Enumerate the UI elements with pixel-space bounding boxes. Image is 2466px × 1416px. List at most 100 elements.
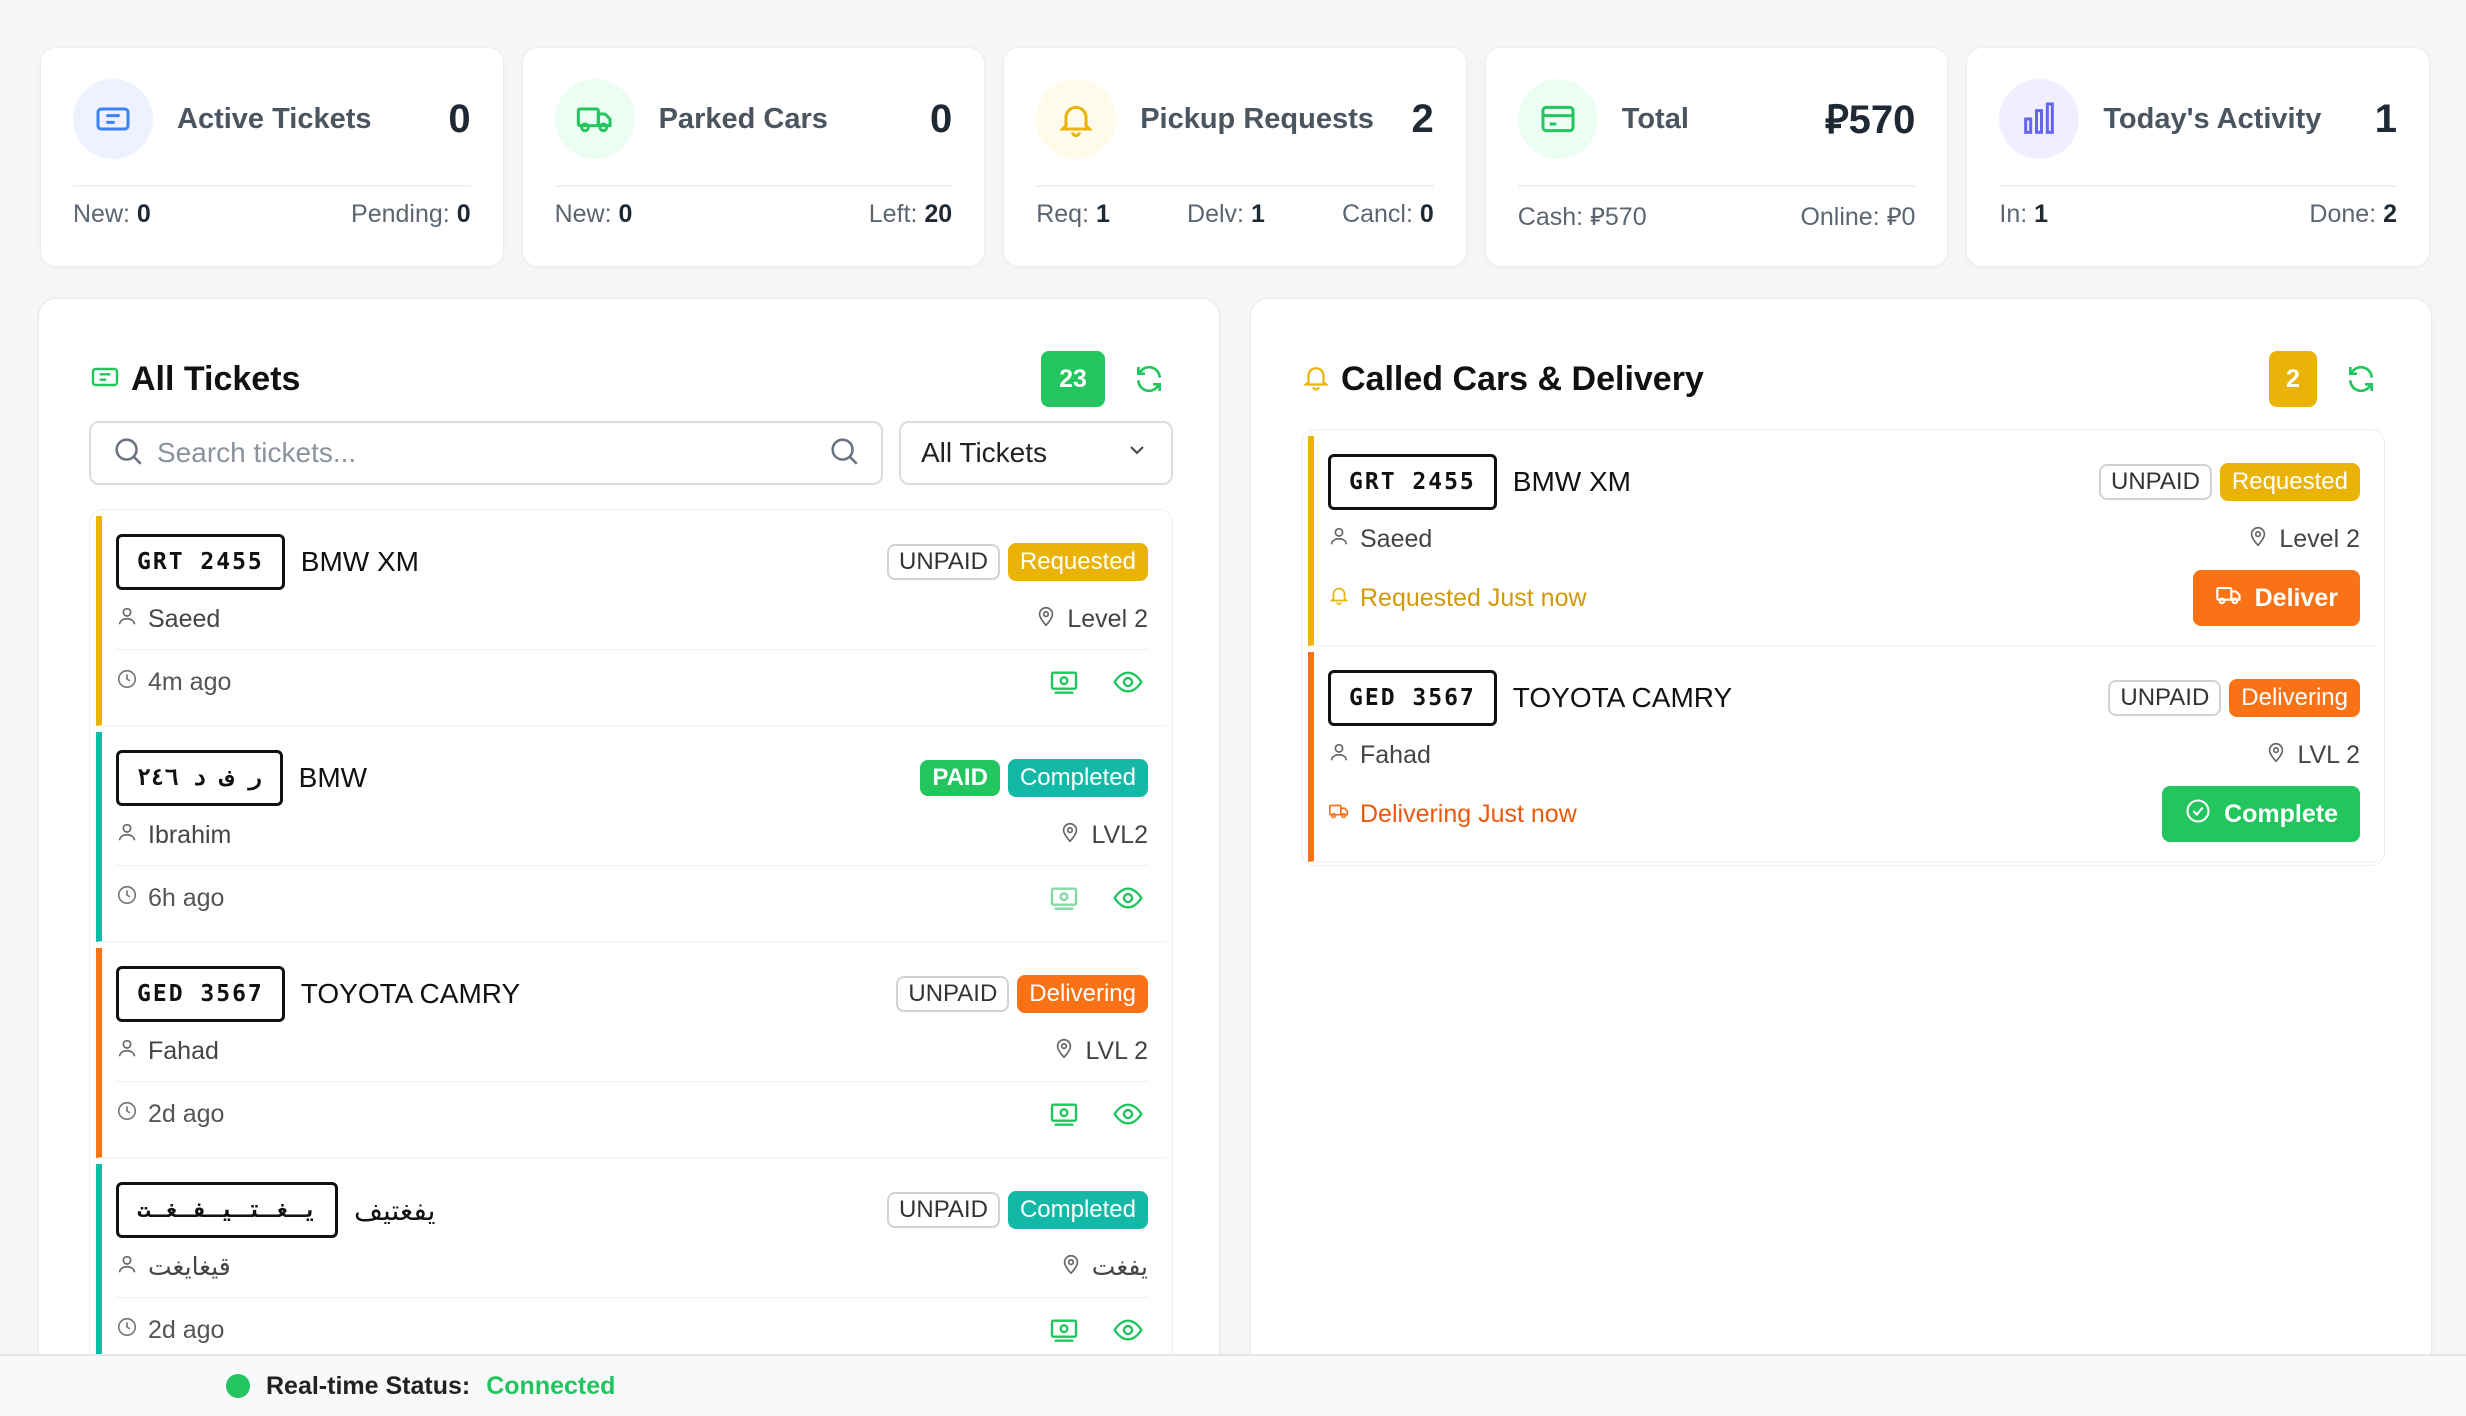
search-icon[interactable] <box>827 434 861 473</box>
payment-icon[interactable] <box>1044 662 1084 702</box>
complete-button[interactable]: Complete <box>2162 786 2360 842</box>
owner-name: Saeed <box>1360 524 1433 553</box>
user-icon <box>1328 525 1350 554</box>
called-cars-panel: Called Cars & Delivery 2 GRT 2455 BMW XM… <box>1250 298 2432 1416</box>
search-input[interactable] <box>157 437 827 469</box>
payment-badge: UNPAID <box>887 1192 1000 1228</box>
stat-card-total: Total ⃁570 Cash: ⃁570 Online: ⃁0 <box>1484 47 1949 267</box>
stat-sub: Cancl: 0 <box>1342 200 1434 228</box>
payment-badge: UNPAID <box>2099 464 2212 500</box>
car-model: TOYOTA CAMRY <box>1512 682 1733 713</box>
status-badge: Completed <box>1007 759 1148 797</box>
ticket-filter-select[interactable]: All Tickets <box>899 421 1173 485</box>
stat-title: Active Tickets <box>177 102 372 135</box>
status-badge: Delivering <box>1017 975 1148 1013</box>
bell-icon <box>1328 584 1350 613</box>
car-model: TOYOTA CAMRY <box>300 978 521 1009</box>
refresh-icon[interactable] <box>2341 359 2381 399</box>
request-message: Requested Just now <box>1360 583 1587 612</box>
panel-title: All Tickets <box>131 359 301 398</box>
called-car-row: GRT 2455 BMW XM UNPAID Requested Saeed L… <box>1308 436 2378 646</box>
ticket-row[interactable]: GED 3567 TOYOTA CAMRY UNPAID Delivering … <box>96 948 1166 1158</box>
payment-icon[interactable] <box>1044 1310 1084 1350</box>
ticket-row[interactable]: ر ف د ٢٤٦ BMW PAID Completed Ibrahim LVL… <box>96 732 1166 942</box>
owner-name: Fahad <box>1360 740 1431 769</box>
stat-sub: New: 0 <box>554 200 633 228</box>
license-plate: GED 3567 <box>1328 670 1497 726</box>
eye-icon[interactable] <box>1108 1310 1148 1350</box>
status-bar: Real-time Status: Connected <box>0 1354 2466 1416</box>
search-box[interactable] <box>89 421 883 485</box>
bell-icon <box>1301 362 1331 397</box>
stat-value: ⃁570 <box>1824 98 1916 142</box>
complete-label: Complete <box>2224 799 2338 828</box>
stat-sub: Left: 20 <box>868 200 953 228</box>
stat-sub: Done: 2 <box>2309 200 2397 228</box>
license-plate: ر ف د ٢٤٦ <box>116 750 283 806</box>
stat-sub: In: 1 <box>1999 200 2049 228</box>
stat-value: 1 <box>2374 96 2397 141</box>
location-pin-icon <box>2265 741 2287 770</box>
ticket-list: GRT 2455 BMW XM UNPAID Requested Saeed L… <box>89 509 1173 1415</box>
location-pin-icon <box>1035 605 1057 634</box>
car-model: BMW XM <box>1512 466 1631 497</box>
bar-chart-icon <box>1999 79 2080 159</box>
chevron-down-icon <box>1125 437 1149 469</box>
status-badge: Requested <box>2219 463 2360 501</box>
stat-value: 0 <box>929 96 953 141</box>
user-icon <box>116 605 138 634</box>
stat-title: Total <box>1621 102 1689 135</box>
parking-location: LVL2 <box>1091 820 1148 849</box>
parking-location: Level 2 <box>1067 604 1148 633</box>
ticket-icon <box>73 79 153 159</box>
realtime-status-value: Connected <box>486 1371 616 1400</box>
status-badge: Requested <box>1007 543 1148 581</box>
user-icon <box>116 1037 138 1066</box>
stat-title: Parked Cars <box>658 102 828 135</box>
owner-name: قيغايغت <box>148 1253 231 1281</box>
clock-icon <box>116 1100 138 1129</box>
refresh-icon[interactable] <box>1129 359 1169 399</box>
payment-icon[interactable] <box>1044 1094 1084 1134</box>
stat-sub: Delv: 1 <box>1187 200 1265 228</box>
truck-icon <box>2215 581 2243 616</box>
payment-icon[interactable] <box>1044 878 1084 918</box>
car-model: BMW <box>298 762 368 793</box>
stat-sub: Req: 1 <box>1036 200 1110 228</box>
stat-title: Pickup Requests <box>1140 102 1374 135</box>
owner-name: Saeed <box>148 604 221 633</box>
stat-card-todays-activity: Today's Activity 1 In: 1 Done: 2 <box>1966 47 2430 267</box>
eye-icon[interactable] <box>1108 878 1148 918</box>
ticket-time: 2d ago <box>148 1315 225 1344</box>
panel-title: Called Cars & Delivery <box>1341 359 1704 398</box>
called-car-row: GED 3567 TOYOTA CAMRY UNPAID Delivering … <box>1308 652 2378 862</box>
deliver-label: Deliver <box>2254 583 2338 612</box>
stat-value: 0 <box>448 96 471 141</box>
payment-badge: PAID <box>920 760 1000 796</box>
user-icon <box>1328 741 1350 770</box>
status-badge: Completed <box>1007 1191 1148 1229</box>
clock-icon <box>116 884 138 913</box>
ticket-time: 2d ago <box>148 1099 225 1128</box>
eye-icon[interactable] <box>1108 1094 1148 1134</box>
car-model: BMW XM <box>300 546 419 577</box>
truck-icon <box>554 79 635 159</box>
parking-location: LVL 2 <box>1085 1036 1148 1065</box>
location-pin-icon <box>1060 1253 1082 1282</box>
stat-card-parked-cars: Parked Cars 0 New: 0 Left: 20 <box>521 47 986 267</box>
ticket-row[interactable]: يـغـتـيـفـغـت يفغتيف UNPAID Completed قي… <box>96 1164 1166 1374</box>
ticket-row[interactable]: GRT 2455 BMW XM UNPAID Requested Saeed L… <box>96 516 1166 726</box>
ticket-time: 6h ago <box>148 883 225 912</box>
deliver-button[interactable]: Deliver <box>2192 570 2360 626</box>
stat-sub: Pending: 0 <box>351 200 471 228</box>
ticket-time: 4m ago <box>148 667 232 696</box>
realtime-status-label: Real-time Status: <box>266 1371 471 1400</box>
car-model: يفغتيف <box>354 1194 436 1226</box>
check-circle-icon <box>2184 797 2212 832</box>
eye-icon[interactable] <box>1108 662 1148 702</box>
stat-sub: Online: ⃁0 <box>1800 203 1916 231</box>
delivery-message: Delivering Just now <box>1360 799 1577 828</box>
status-dot-icon <box>226 1374 250 1398</box>
clock-icon <box>116 1316 138 1345</box>
license-plate: GRT 2455 <box>1328 454 1497 510</box>
